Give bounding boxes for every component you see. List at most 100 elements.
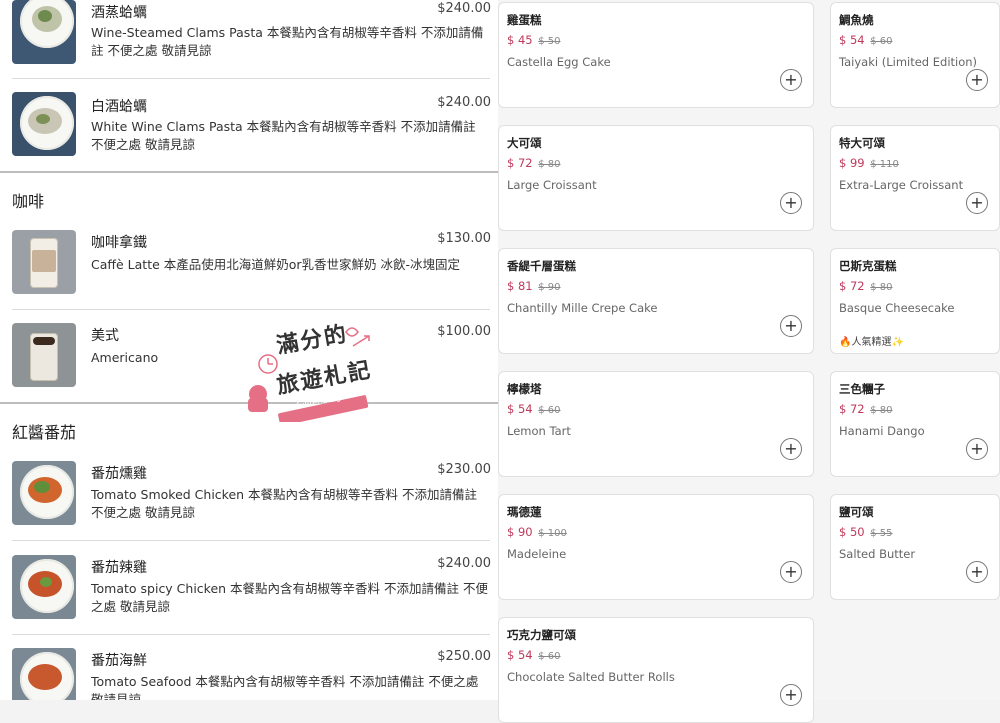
menu-list-panel: 酒蒸蛤蠣 $240.00 Wine-Steamed Clams Pasta 本餐…	[0, 0, 498, 700]
product-price: $ 99	[839, 156, 865, 170]
product-price-row: $ 99 $ 110	[839, 156, 899, 170]
product-english-name: Basque Cheesecake	[839, 301, 955, 315]
category-divider	[0, 171, 498, 173]
product-name: 大可頌	[507, 136, 542, 150]
add-to-cart-button[interactable]: +	[780, 561, 802, 583]
product-english-name: Lemon Tart	[507, 424, 571, 438]
add-to-cart-button[interactable]: +	[780, 438, 802, 460]
sparkle-icon: ✨	[891, 337, 904, 348]
product-name: 瑪德蓮	[507, 505, 542, 519]
add-to-cart-button[interactable]: +	[780, 69, 802, 91]
product-card[interactable]: 瑪德蓮 $ 90 $ 100 Madeleine +	[498, 494, 814, 600]
menu-item-white-wine-clams[interactable]: 白酒蛤蠣 $240.00 White Wine Clams Pasta 本餐點內…	[0, 92, 498, 162]
dish-price: $230.00	[437, 462, 491, 477]
menu-item-tomato-spicy-chicken[interactable]: 番茄辣雞 $240.00 Tomato spicy Chicken 本餐點內含有…	[0, 555, 498, 623]
dish-photo	[12, 555, 76, 619]
dish-photo	[12, 92, 76, 156]
dish-price: $250.00	[437, 649, 491, 664]
product-grid-panel: 雞蛋糕 $ 45 $ 50 Castella Egg Cake + 鯛魚燒 $ 54 $ …	[498, 0, 1000, 723]
add-to-cart-button[interactable]: +	[780, 192, 802, 214]
product-card[interactable]: 香緹千層蛋糕 $ 81 $ 90 Chantilly Mille Crepe Cak…	[498, 248, 814, 354]
add-to-cart-button[interactable]: +	[966, 561, 988, 583]
product-price-row: $ 72 $ 80	[839, 402, 893, 416]
dish-description: Caffè Latte 本產品使用北海道鮮奶or乳香世家鮮奶 冰飲-冰塊固定	[91, 257, 461, 272]
fire-icon: 🔥	[839, 337, 852, 348]
product-price-row: $ 72 $ 80	[839, 279, 893, 293]
add-to-cart-button[interactable]: +	[966, 438, 988, 460]
product-original-price: $ 60	[538, 651, 561, 662]
product-card[interactable]: 鯛魚燒 $ 54 $ 60 Taiyaki (Limited Edition) +	[830, 2, 1000, 108]
product-card[interactable]: 特大可頌 $ 99 $ 110 Extra-Large Croissant +	[830, 125, 1000, 231]
product-price: $ 54	[839, 33, 865, 47]
menu-item-tomato-smoked-chicken[interactable]: 番茄燻雞 $230.00 Tomato Smoked Chicken 本餐點內含…	[0, 461, 498, 529]
dish-name: 番茄辣雞	[91, 560, 147, 576]
product-original-price: $ 100	[538, 528, 567, 539]
product-english-name: Chocolate Salted Butter Rolls	[507, 670, 675, 684]
product-card[interactable]: 檸檬塔 $ 54 $ 60 Lemon Tart +	[498, 371, 814, 477]
dish-price: $130.00	[437, 231, 491, 246]
product-price: $ 72	[839, 402, 865, 416]
product-card[interactable]: 巧克力鹽可頌 $ 54 $ 60 Chocolate Salted Butter R…	[498, 617, 814, 723]
product-price-row: $ 50 $ 55	[839, 525, 893, 539]
dish-photo	[12, 323, 76, 387]
dish-description: White Wine Clams Pasta 本餐點內含有胡椒等辛香料 不添加請…	[91, 119, 476, 152]
product-price: $ 72	[839, 279, 865, 293]
product-card[interactable]: 大可頌 $ 72 $ 80 Large Croissant +	[498, 125, 814, 231]
product-english-name: Castella Egg Cake	[507, 55, 611, 69]
product-english-name: Taiyaki (Limited Edition)	[839, 55, 978, 69]
menu-item-tomato-seafood[interactable]: 番茄海鮮 $250.00 Tomato Seafood 本餐點內含有胡椒等辛香料…	[0, 648, 498, 700]
menu-item-caffe-latte[interactable]: 咖啡拿鐵 $130.00 Caffè Latte 本產品使用北海道鮮奶or乳香世…	[0, 230, 498, 298]
product-price: $ 90	[507, 525, 533, 539]
dish-price: $100.00	[437, 324, 491, 339]
popular-badge-label: 人氣精選	[851, 337, 892, 348]
product-original-price: $ 90	[538, 282, 561, 293]
product-english-name: Salted Butter	[839, 547, 916, 561]
product-price-row: $ 54 $ 60	[507, 648, 561, 662]
product-original-price: $ 50	[538, 36, 561, 47]
product-original-price: $ 60	[538, 405, 561, 416]
divider	[12, 540, 490, 541]
dish-description: Tomato Smoked Chicken 本餐點內含有胡椒等辛香料 不添加請備…	[91, 487, 478, 520]
dish-photo	[12, 648, 76, 700]
dish-price: $240.00	[437, 95, 491, 110]
add-to-cart-button[interactable]: +	[780, 684, 802, 706]
product-price: $ 54	[507, 648, 533, 662]
add-to-cart-button[interactable]: +	[780, 315, 802, 337]
dish-name: 美式	[91, 328, 119, 344]
product-english-name: Madeleine	[507, 547, 567, 561]
category-title-tomato: 紅醬番茄	[12, 423, 77, 442]
product-card[interactable]: 巴斯克蛋糕 $ 72 $ 80 Basque Cheesecake 🔥人氣精選✨	[830, 248, 1000, 354]
product-price: $ 45	[507, 33, 533, 47]
dish-name: 白酒蛤蠣	[91, 99, 147, 115]
product-price-row: $ 90 $ 100	[507, 525, 567, 539]
dish-price: $240.00	[437, 556, 491, 571]
product-price-row: $ 54 $ 60	[839, 33, 893, 47]
add-to-cart-button[interactable]: +	[966, 192, 988, 214]
product-price-row: $ 45 $ 50	[507, 33, 561, 47]
product-original-price: $ 80	[870, 405, 893, 416]
menu-item-wine-steamed-clams[interactable]: 酒蒸蛤蠣 $240.00 Wine-Steamed Clams Pasta 本餐…	[0, 0, 498, 76]
dish-name: 酒蒸蛤蠣	[91, 5, 147, 21]
product-price: $ 54	[507, 402, 533, 416]
product-english-name: Chantilly Mille Crepe Cake	[507, 301, 658, 315]
product-card[interactable]: 雞蛋糕 $ 45 $ 50 Castella Egg Cake +	[498, 2, 814, 108]
product-original-price: $ 55	[870, 528, 893, 539]
product-price: $ 72	[507, 156, 533, 170]
product-card[interactable]: 鹽可頌 $ 50 $ 55 Salted Butter +	[830, 494, 1000, 600]
product-price-row: $ 72 $ 80	[507, 156, 561, 170]
dish-description: Wine-Steamed Clams Pasta 本餐點內含有胡椒等辛香料 不添…	[91, 25, 484, 58]
product-original-price: $ 80	[870, 282, 893, 293]
product-name: 巧克力鹽可頌	[507, 628, 576, 642]
dish-price: $240.00	[437, 1, 491, 16]
product-english-name: Large Croissant	[507, 178, 597, 192]
dish-photo	[12, 230, 76, 294]
category-title-coffee: 咖啡	[12, 192, 45, 211]
dish-name: 咖啡拿鐵	[91, 235, 147, 251]
product-name: 鯛魚燒	[839, 13, 874, 27]
dish-name: 番茄海鮮	[91, 653, 147, 669]
dish-name: 番茄燻雞	[91, 466, 147, 482]
add-to-cart-button[interactable]: +	[966, 69, 988, 91]
popular-badge: 🔥人氣精選✨	[839, 333, 904, 348]
product-card[interactable]: 三色糰子 $ 72 $ 80 Hanami Dango +	[830, 371, 1000, 477]
product-price-row: $ 54 $ 60	[507, 402, 561, 416]
